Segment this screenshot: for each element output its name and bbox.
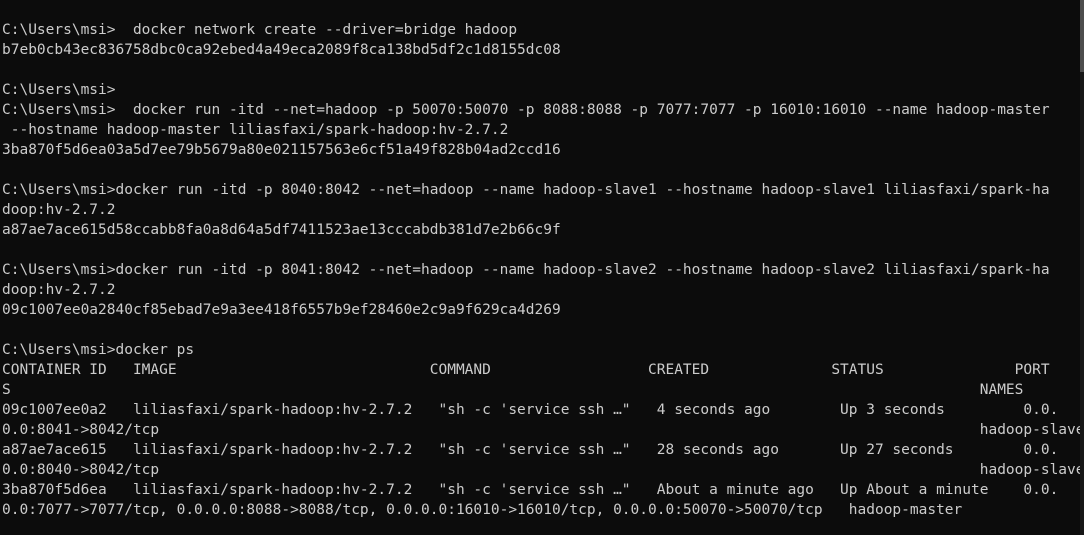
terminal-line: C:\Users\msi> docker run -itd --net=hado… bbox=[2, 102, 1050, 118]
terminal-line: C:\Users\msi>docker run -itd -p 8041:804… bbox=[2, 262, 1050, 278]
scrollbar-thumb[interactable] bbox=[1080, 0, 1084, 72]
terminal-line: C:\Users\msi> bbox=[2, 82, 116, 98]
terminal-line: 3ba870f5d6ea liliasfaxi/spark-hadoop:hv-… bbox=[2, 482, 1059, 498]
terminal-line: S NAMES bbox=[2, 382, 1024, 398]
terminal-line: 3ba870f5d6ea03a5d7ee79b5679a80e021157563… bbox=[2, 142, 561, 158]
terminal-line: C:\Users\msi>docker ps bbox=[2, 342, 195, 358]
vertical-scrollbar[interactable] bbox=[1080, 0, 1084, 535]
terminal-line: 09c1007ee0a2 liliasfaxi/spark-hadoop:hv-… bbox=[2, 402, 1059, 418]
terminal-line: doop:hv-2.7.2 bbox=[2, 282, 116, 298]
terminal-line: 0.0:8040->8042/tcp hadoop-slave1 bbox=[2, 462, 1080, 478]
terminal-output: C:\Users\msi> docker network create --dr… bbox=[0, 0, 1080, 520]
terminal-line: C:\Users\msi> docker network create --dr… bbox=[2, 22, 518, 38]
terminal-line: b7eb0cb43ec836758dbc0ca92ebed4a49eca2089… bbox=[2, 42, 561, 58]
terminal-line: a87ae7ace615 liliasfaxi/spark-hadoop:hv-… bbox=[2, 442, 1059, 458]
terminal-line: 0.0:7077->7077/tcp, 0.0.0.0:8088->8088/t… bbox=[2, 502, 963, 518]
terminal-window[interactable]: C:\Users\msi> docker network create --dr… bbox=[0, 0, 1080, 535]
terminal-line: doop:hv-2.7.2 bbox=[2, 202, 116, 218]
terminal-line: C:\Users\msi>docker run -itd -p 8040:804… bbox=[2, 182, 1050, 198]
terminal-line: --hostname hadoop-master liliasfaxi/spar… bbox=[2, 122, 509, 138]
terminal-line: a87ae7ace615d58ccabb8fa0a8d64a5df7411523… bbox=[2, 222, 561, 238]
terminal-line: CONTAINER ID IMAGE COMMAND CREATED STATU… bbox=[2, 362, 1050, 378]
terminal-line: 0.0:8041->8042/tcp hadoop-slave2 bbox=[2, 422, 1080, 438]
terminal-line: 09c1007ee0a2840cf85ebad7e9a3ee418f6557b9… bbox=[2, 302, 561, 318]
